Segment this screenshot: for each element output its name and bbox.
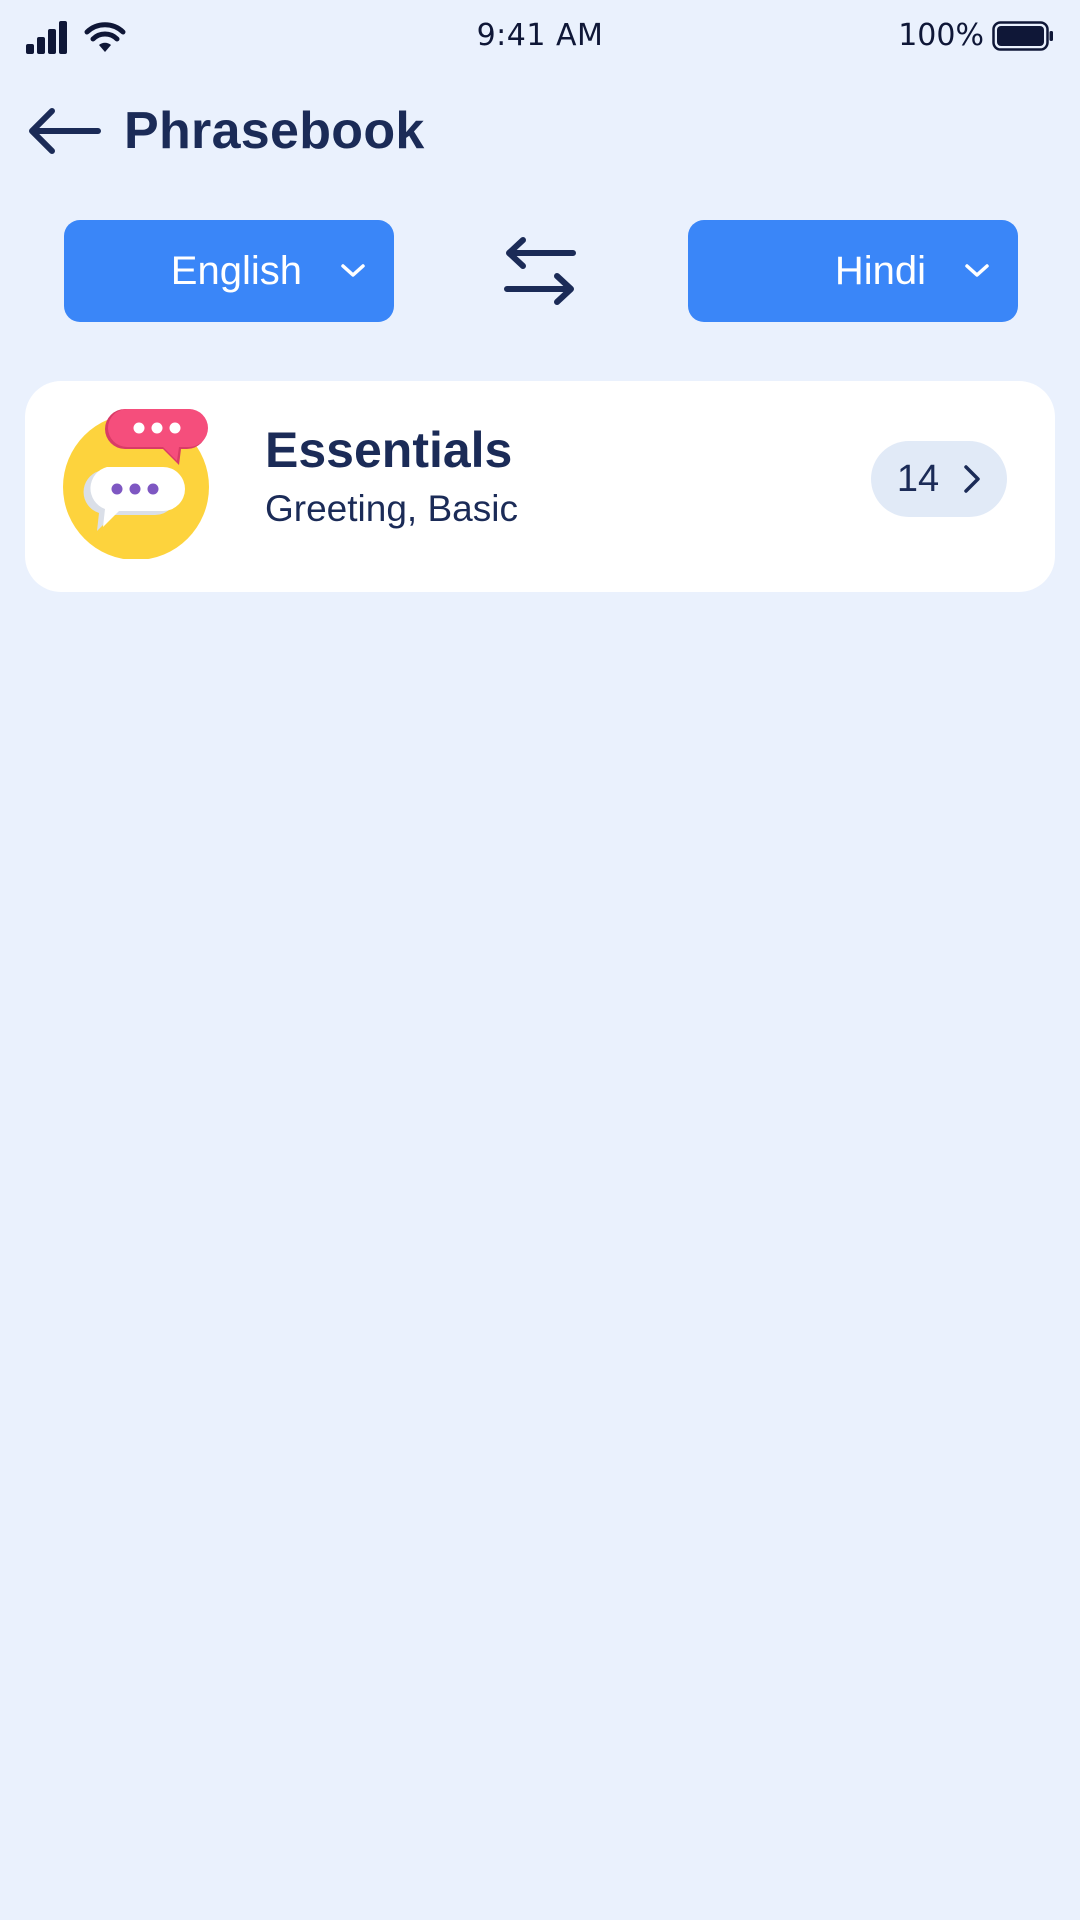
status-bar: 9:41 AM 100% <box>0 0 1080 78</box>
phrase-count-badge[interactable]: 14 <box>871 441 1007 517</box>
language-selector: English Hindi <box>0 220 1080 322</box>
battery-percent: 100% <box>898 18 984 53</box>
category-subtitle: Greeting, Basic <box>265 488 518 529</box>
back-button[interactable] <box>26 101 102 161</box>
battery-full-icon <box>992 20 1053 51</box>
target-language-label: Hindi <box>834 248 926 293</box>
category-card-essentials[interactable]: Essentials Greeting, Basic 14 <box>25 381 1055 592</box>
chevron-right-icon <box>964 465 980 493</box>
category-text: Essentials Greeting, Basic <box>265 423 518 530</box>
chat-bubbles-icon <box>63 409 209 559</box>
chevron-down-icon <box>341 264 365 277</box>
phrase-count: 14 <box>896 457 940 500</box>
status-right: 100% <box>898 18 1054 53</box>
swap-languages-button[interactable] <box>498 236 582 306</box>
swap-arrows-icon <box>504 237 576 305</box>
page-title: Phrasebook <box>124 102 425 160</box>
source-language-dropdown[interactable]: English <box>64 220 394 322</box>
page-header: Phrasebook <box>26 96 425 166</box>
category-title: Essentials <box>265 422 513 478</box>
target-language-dropdown[interactable]: Hindi <box>688 220 1018 322</box>
chevron-down-icon <box>965 264 989 277</box>
source-language-label: English <box>170 248 302 293</box>
arrow-left-icon <box>29 108 101 154</box>
